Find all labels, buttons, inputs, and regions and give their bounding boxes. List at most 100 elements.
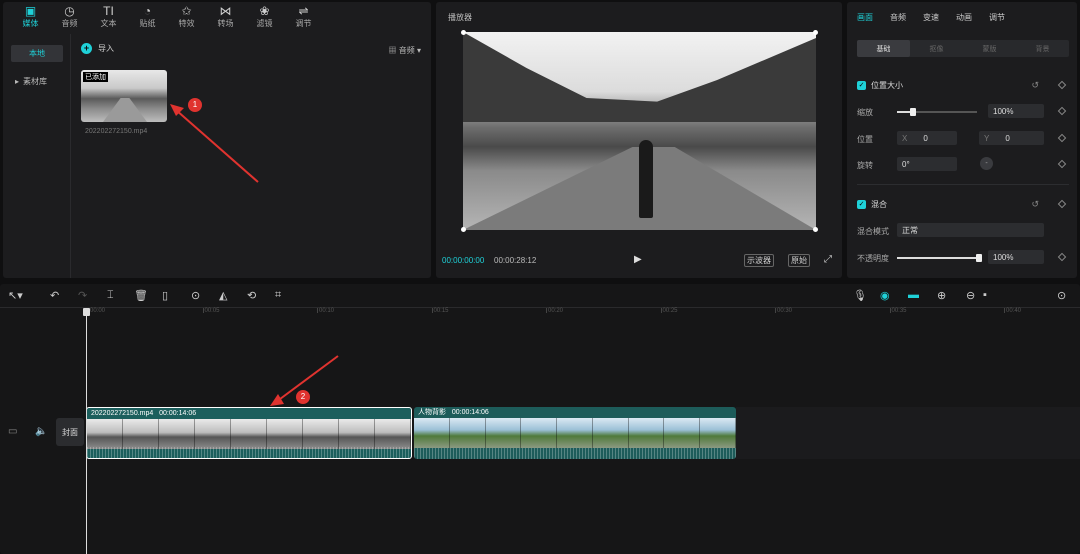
sort-dropdown[interactable]: ▦ 音频 ▾: [389, 45, 421, 56]
scale-slider[interactable]: [897, 108, 977, 116]
opacity-value: 100%: [993, 252, 1014, 262]
opacity-label: 不透明度: [857, 254, 889, 263]
tab-4[interactable]: 调节: [989, 12, 1005, 23]
grid-icon: ▦: [388, 46, 397, 55]
keyframe-icon[interactable]: [1057, 252, 1067, 262]
scale-field[interactable]: 100%: [988, 104, 1044, 118]
track-mute-icon[interactable]: 🔈: [35, 426, 47, 437]
effects-icon: ✩: [181, 4, 192, 18]
magnet-icon[interactable]: ◉: [880, 289, 890, 302]
added-badge: 已添加: [83, 72, 108, 82]
resize-handle[interactable]: [813, 227, 818, 232]
track-hide-icon[interactable]: ▭: [8, 426, 17, 437]
tool-transition[interactable]: ⋈ 转场: [206, 2, 245, 32]
tool-media[interactable]: ▣ 媒体: [11, 2, 50, 32]
clip-waveform: [87, 447, 411, 458]
resize-handle[interactable]: [461, 30, 466, 35]
media-thumbnail[interactable]: 已添加: [81, 70, 167, 122]
scope-button[interactable]: 示波器: [744, 254, 774, 267]
section-blend[interactable]: ✓ 混合: [857, 199, 887, 210]
keyframe-icon[interactable]: [1057, 159, 1067, 169]
tool-text[interactable]: TI 文本: [89, 2, 128, 32]
reset-icon[interactable]: ↺: [1031, 80, 1039, 91]
fullscreen-icon[interactable]: ⤢: [824, 254, 832, 265]
playhead[interactable]: [83, 308, 90, 554]
rotate-icon[interactable]: ⟲: [247, 289, 256, 302]
tool-audio[interactable]: ◷ 音频: [50, 2, 89, 32]
original-ratio-button[interactable]: 原始: [788, 254, 810, 267]
tool-adjust[interactable]: ⇌ 调节: [284, 2, 323, 32]
preview-axis-icon[interactable]: ⊕: [937, 289, 946, 302]
tab-0[interactable]: 画面: [857, 12, 873, 23]
ruler-tick: 00:40: [1003, 308, 1022, 314]
redo-icon[interactable]: ↷: [78, 289, 87, 302]
delete-icon[interactable]: 🗑: [134, 289, 148, 302]
blend-mode-select[interactable]: 正常: [897, 223, 1044, 237]
preview-person: [639, 140, 653, 218]
sidebar-item-local[interactable]: 本地: [11, 45, 63, 62]
resize-handle[interactable]: [461, 227, 466, 232]
mirror-icon[interactable]: ◭: [219, 289, 227, 302]
zoom-slider[interactable]: ▪: [983, 289, 987, 301]
player-title: 播放器: [448, 13, 472, 22]
section-blend-label: 混合: [871, 200, 887, 209]
keyframe-icon[interactable]: [1057, 199, 1067, 209]
tab-1[interactable]: 音频: [890, 12, 906, 23]
audio-icon: ◷: [64, 4, 75, 18]
select-tool-icon[interactable]: ↖▾: [8, 289, 23, 302]
current-time: 00:00:00:00: [442, 256, 485, 265]
keyframe-icon[interactable]: [1057, 106, 1067, 116]
crop-icon[interactable]: ⌗: [275, 289, 281, 302]
player-panel: 播放器 00:00:00:00 00:00:28:12 ▶ 示波器 原始 ⤢: [436, 2, 842, 278]
undo-icon[interactable]: ↶: [50, 289, 59, 302]
opacity-slider[interactable]: [897, 254, 982, 262]
reverse-icon[interactable]: ⊙: [191, 289, 200, 302]
annotation-badge-2: 2: [296, 390, 310, 404]
scale-slider-knob[interactable]: [910, 108, 916, 116]
subtab-3[interactable]: 背景: [1016, 40, 1069, 57]
video-clip[interactable]: 人物背影 00:00:14:06: [414, 407, 736, 459]
section-position-size[interactable]: ✓ 位置大小: [857, 80, 903, 91]
scale-value: 100%: [993, 106, 1014, 116]
tab-2[interactable]: 变速: [923, 12, 939, 23]
zoom-out-icon[interactable]: ⊖: [966, 289, 975, 302]
tab-3[interactable]: 动画: [956, 12, 972, 23]
tool-sticker[interactable]: ◔ 贴纸: [128, 2, 167, 32]
clip-header: 人物背影 00:00:14:06: [414, 407, 736, 418]
ruler-tick: 00:10: [316, 308, 335, 314]
freeze-icon[interactable]: ▯: [162, 289, 168, 302]
video-preview[interactable]: [463, 32, 816, 230]
sidebar-item-library-label: 素材库: [23, 77, 48, 86]
keyframe-icon[interactable]: [1057, 80, 1067, 90]
resize-handle[interactable]: [813, 30, 818, 35]
subtab-0[interactable]: 基础: [857, 40, 910, 57]
reset-icon[interactable]: ↺: [1031, 199, 1039, 210]
position-x-field[interactable]: X0: [897, 131, 957, 145]
tool-effects[interactable]: ✩ 特效: [167, 2, 206, 32]
subtab-1[interactable]: 抠像: [910, 40, 963, 57]
play-icon[interactable]: ▶: [634, 254, 642, 265]
check-icon[interactable]: ✓: [857, 200, 866, 209]
clip-frames: [414, 418, 736, 448]
subtab-2[interactable]: 蒙版: [963, 40, 1016, 57]
link-icon[interactable]: ▬: [908, 289, 919, 301]
position-y-field[interactable]: Y0: [979, 131, 1044, 145]
opacity-slider-knob[interactable]: [976, 254, 982, 262]
ruler-tick: 00:30: [774, 308, 793, 314]
check-icon[interactable]: ✓: [857, 81, 866, 90]
opacity-field[interactable]: 100%: [988, 250, 1044, 264]
split-icon[interactable]: ⌶: [107, 289, 114, 302]
cover-button[interactable]: 封面: [56, 418, 84, 446]
keyframe-icon[interactable]: [1057, 133, 1067, 143]
microphone-icon[interactable]: 🎙: [853, 289, 867, 302]
video-clip[interactable]: 202202272150.mp4 00:00:14:06: [86, 407, 412, 459]
zoom-fit-icon[interactable]: ⊙: [1057, 289, 1066, 302]
sidebar-item-library[interactable]: ▸ 素材库: [11, 73, 63, 90]
tool-filter[interactable]: ❀ 滤镜: [245, 2, 284, 32]
import-button[interactable]: + 导入: [81, 43, 114, 54]
ruler-tick: 00:05: [202, 308, 220, 314]
rotate-field[interactable]: 0°: [897, 157, 957, 171]
rotate-dial[interactable]: -: [980, 157, 993, 170]
playhead-handle[interactable]: [83, 308, 90, 316]
timeline-ruler[interactable]: 00:00 00:05 00:10 00:15 00:20 00:25 00:30 00:35…: [86, 308, 1080, 320]
